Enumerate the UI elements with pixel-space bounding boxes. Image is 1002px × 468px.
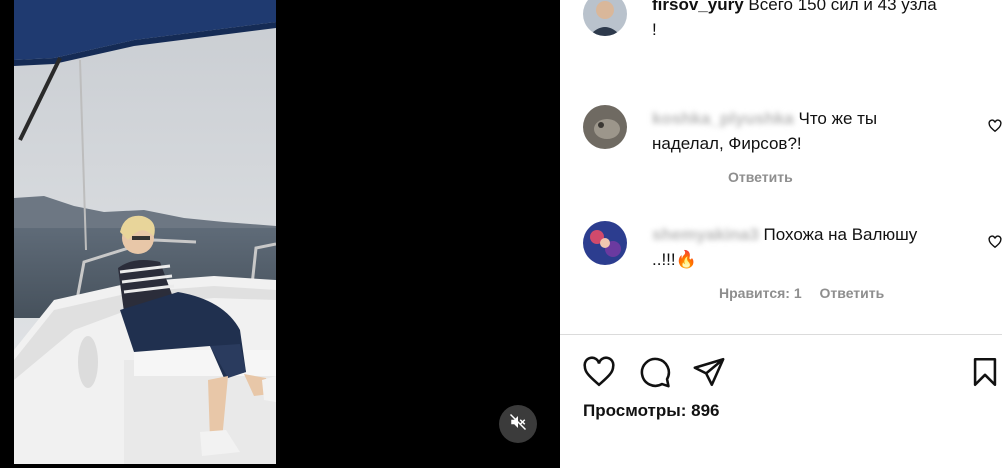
caption: firsov_yury Всего 150 сил и 43 узла ! <box>652 0 982 42</box>
commenter-avatar[interactable] <box>583 105 627 149</box>
comment-text-cont: ..!!!🔥 <box>652 250 697 269</box>
author-avatar[interactable] <box>583 0 627 36</box>
caption-text-cont: ! <box>652 20 657 39</box>
comment-text: Похожа на Валюшу <box>763 225 918 244</box>
comment-like-icon[interactable] <box>988 235 1002 249</box>
comment-meta: Ответить <box>728 169 793 185</box>
caption-username[interactable]: firsov_yury <box>652 0 744 14</box>
comment-text: Что же ты <box>798 109 878 128</box>
reply-button[interactable]: Ответить <box>820 285 885 301</box>
reply-button[interactable]: Ответить <box>728 169 793 185</box>
likes-count[interactable]: Нравится: 1 <box>719 285 802 301</box>
video-player[interactable] <box>0 0 560 468</box>
mute-toggle-button[interactable] <box>499 405 537 443</box>
paper-plane-icon[interactable] <box>692 355 726 389</box>
comment-username[interactable]: koshka_plyushka <box>652 106 794 131</box>
comment: koshka_plyushka Что же ты наделал, Фирсо… <box>652 106 982 156</box>
commenter-avatar[interactable] <box>583 221 627 265</box>
comment: shemyakina3 Похожа на Валюшу ..!!!🔥 <box>652 222 982 272</box>
comment-username[interactable]: shemyakina3 <box>652 222 759 247</box>
comment-meta: Нравится: 1 Ответить <box>719 285 884 301</box>
caption-text: Всего 150 сил и 43 узла <box>748 0 937 14</box>
section-divider <box>560 334 1002 335</box>
views-count: Просмотры: 896 <box>583 401 720 420</box>
speaker-muted-icon <box>509 413 527 436</box>
video-frame <box>14 0 276 464</box>
comment-bubble-icon[interactable] <box>638 355 672 389</box>
post-side-panel: firsov_yury Всего 150 сил и 43 узла ! ko… <box>560 0 1002 468</box>
bookmark-icon[interactable] <box>968 355 1002 389</box>
comment-text-cont: наделал, Фирсов?! <box>652 134 802 153</box>
heart-icon[interactable] <box>582 355 616 389</box>
comment-like-icon[interactable] <box>988 119 1002 133</box>
